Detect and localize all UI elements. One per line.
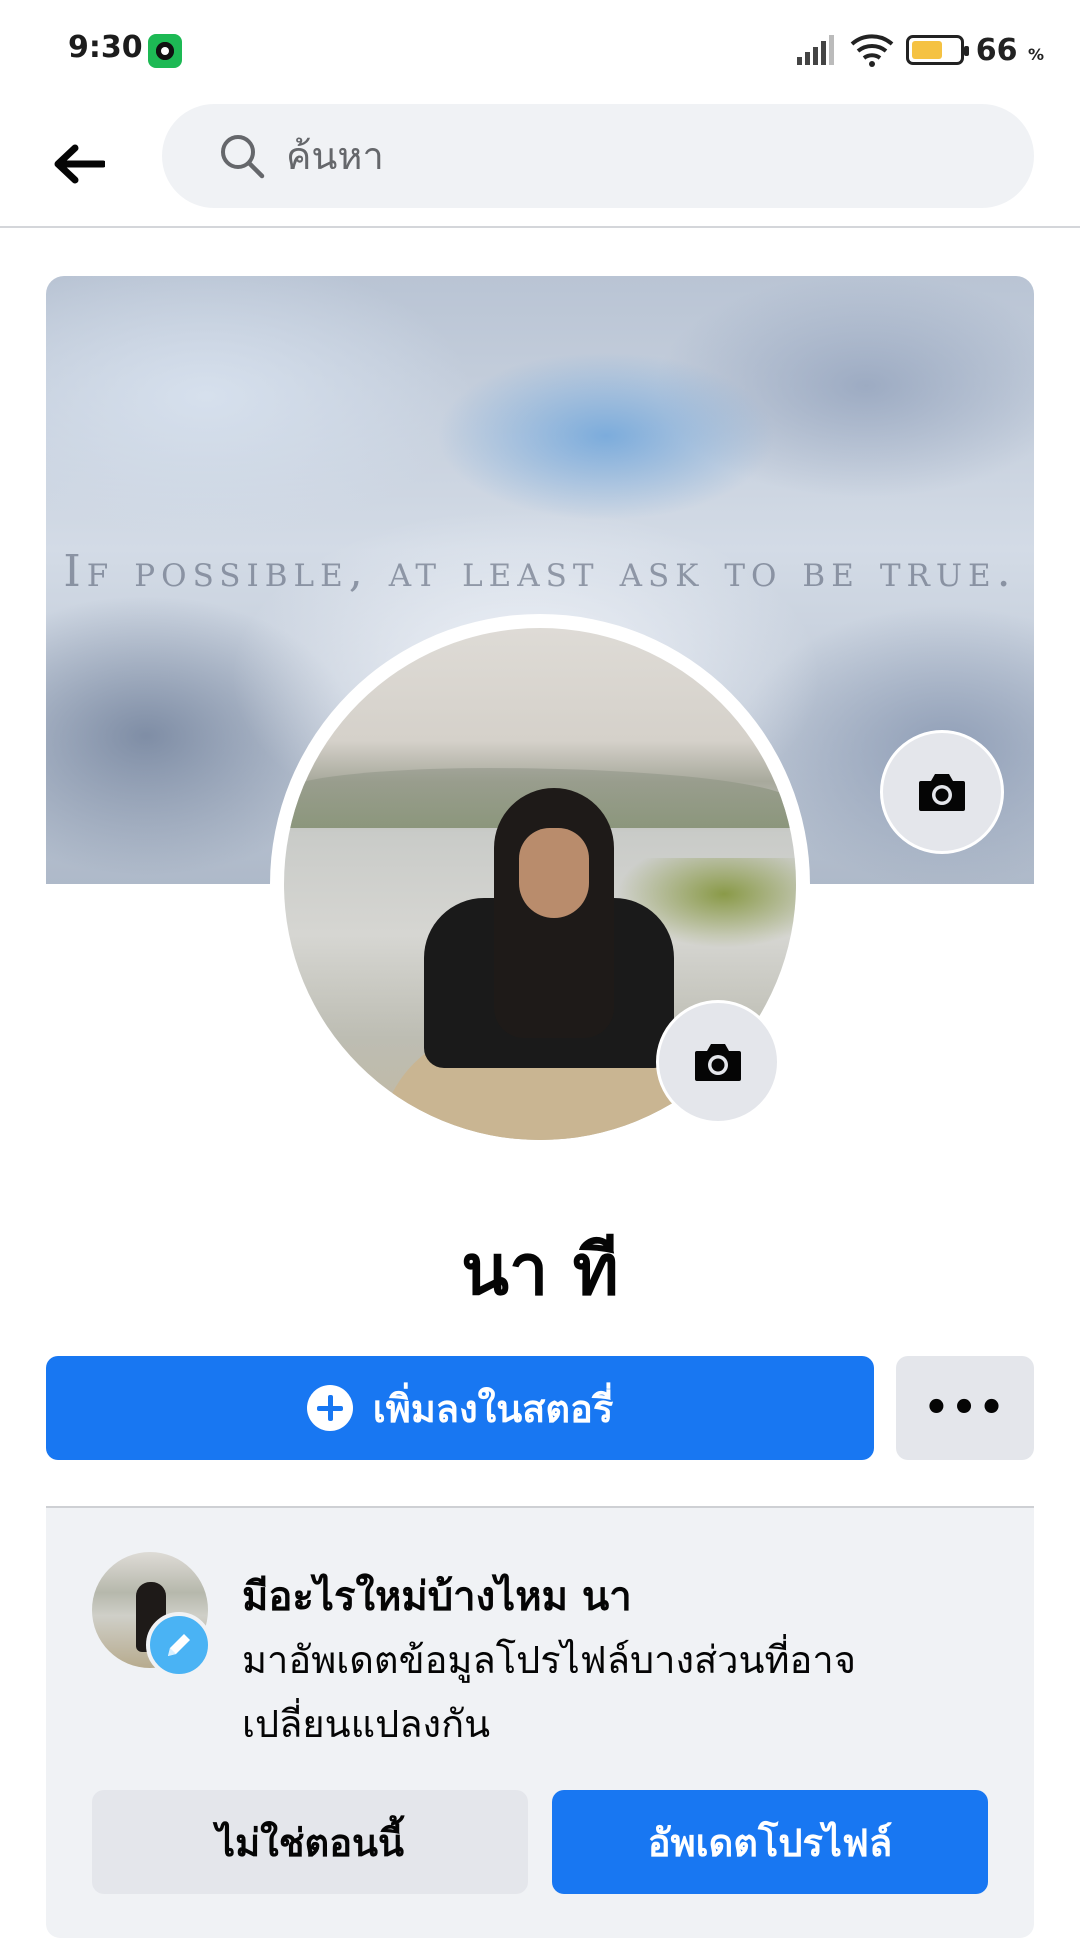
search-bar[interactable]: [162, 104, 1034, 208]
profile-name: นา ที: [461, 1229, 619, 1311]
status-time: 9:30: [68, 30, 143, 65]
back-button[interactable]: [44, 132, 114, 196]
card-description: มาอัพเดตข้อมูลโปรไฟล์บางส่วนที่อาจเปลี่ย…: [242, 1638, 856, 1746]
music-app-icon: [148, 34, 182, 68]
update-profile-card: มีอะไรใหม่บ้างไหม นา มาอัพเดตข้อมูลโปรไฟ…: [46, 1508, 1034, 1938]
plus-circle-icon: [306, 1385, 353, 1431]
status-right-group: 66 %: [796, 30, 1044, 70]
more-options-button[interactable]: •••: [896, 1356, 1034, 1460]
not-now-button[interactable]: ไม่ใช่ตอนนี้: [92, 1790, 528, 1894]
update-profile-button[interactable]: อัพเดตโปรไฟล์: [552, 1790, 988, 1894]
battery-percent: 66 %: [976, 33, 1044, 68]
cover-quote-text: If possible, at least ask to be true.: [63, 546, 1017, 597]
search-icon: [221, 135, 265, 179]
search-input[interactable]: [286, 122, 986, 190]
camera-icon: [919, 774, 965, 811]
battery-icon: [905, 35, 969, 65]
battery-percent-value: 66: [975, 32, 1018, 68]
battery-fill: [911, 41, 942, 59]
status-bar: 9:30 66 %: [0, 0, 1080, 100]
card-title: มีอะไรใหม่บ้างไหม นา: [242, 1574, 632, 1620]
arrow-left-icon: [54, 144, 105, 184]
edit-cover-photo-button[interactable]: [880, 730, 1004, 854]
add-to-story-button[interactable]: เพิ่มลงในสตอรี่: [46, 1356, 874, 1460]
add-to-story-label: เพิ่มลงในสตอรี่: [372, 1386, 614, 1431]
battery-percent-unit: %: [1027, 44, 1044, 64]
edit-profile-picture-button[interactable]: [656, 1000, 780, 1124]
top-bar: [0, 100, 1080, 228]
more-dots-icon: •••: [923, 1385, 1007, 1431]
camera-icon: [695, 1044, 741, 1081]
signal-bars-icon: [796, 35, 834, 65]
wifi-icon: [850, 34, 894, 67]
pencil-icon: [146, 1612, 212, 1678]
